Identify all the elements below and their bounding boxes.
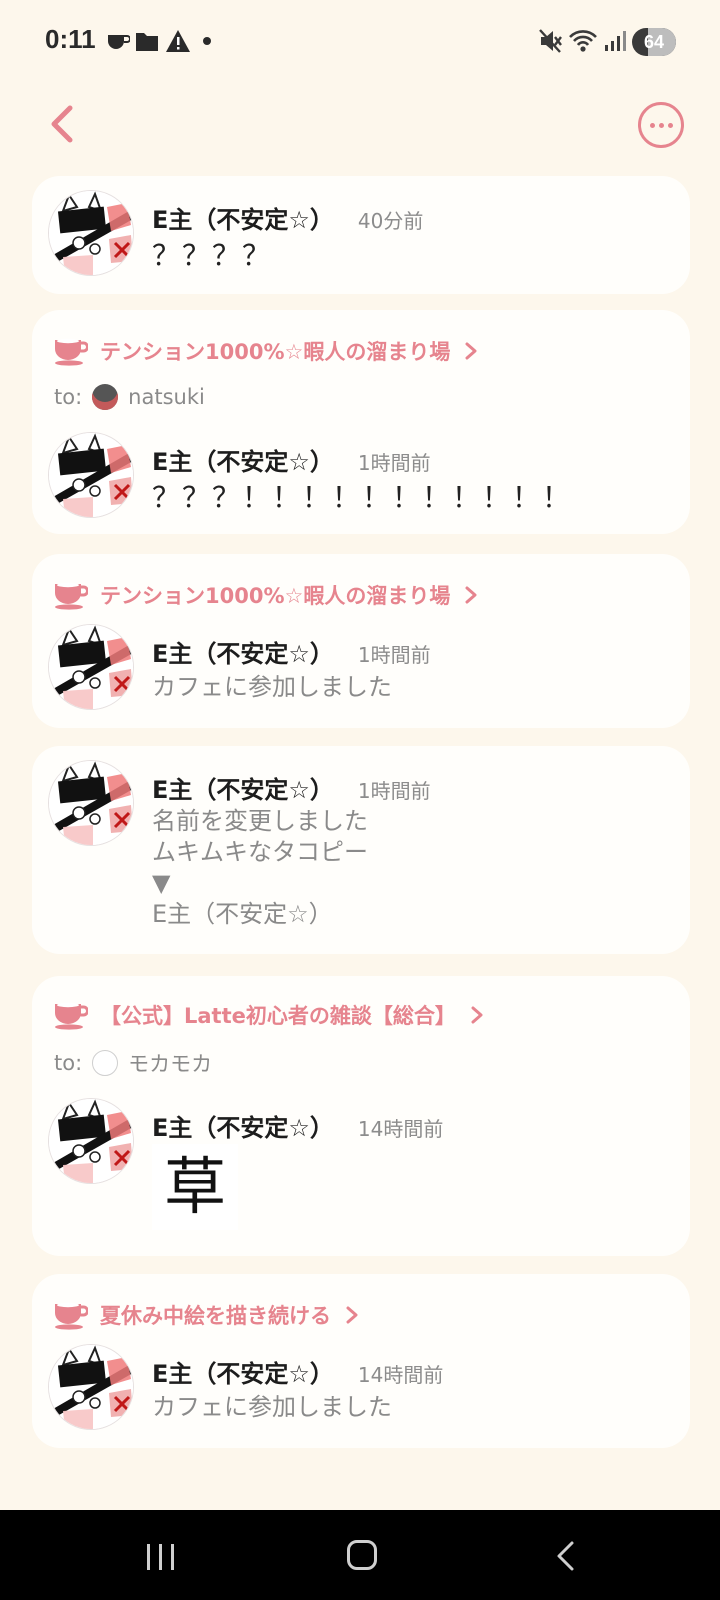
user-name[interactable]: E主（不安定☆） <box>152 1354 334 1389</box>
cup-icon <box>52 580 88 610</box>
message-text: ？？？？ <box>152 239 273 272</box>
room-name[interactable]: 【公式】Latte初心者の雑談【総合】 <box>100 1000 456 1030</box>
avatar[interactable] <box>48 1098 134 1184</box>
avatar[interactable] <box>48 624 134 710</box>
post-header: E主（不安定☆） 40分前 <box>152 200 423 235</box>
system-message: カフェに参加しました <box>152 673 392 701</box>
mute-icon <box>539 29 562 53</box>
cup-icon <box>108 35 130 49</box>
chevron-left-icon <box>51 105 73 143</box>
chevron-right-icon <box>345 1305 359 1325</box>
system-line: ムキムキなタコピー <box>152 838 368 866</box>
avatar[interactable] <box>48 760 134 846</box>
post-header: E主（不安定☆） 1時間前 <box>152 634 431 669</box>
user-name[interactable]: E主（不安定☆） <box>152 200 334 235</box>
reply-to: to: natsuki <box>54 382 205 412</box>
status-bar: 0:11 64 <box>0 0 720 84</box>
more-options-button[interactable] <box>638 102 684 148</box>
system-line: ▼ <box>152 869 171 897</box>
signal-icon <box>605 31 626 51</box>
system-message: カフェに参加しました <box>152 1393 392 1421</box>
feed-card[interactable]: 【公式】Latte初心者の雑談【総合】 to: モカモカ E主（不安定☆） 14… <box>32 976 690 1256</box>
user-name[interactable]: E主（不安定☆） <box>152 770 334 805</box>
post-time: 1時間前 <box>357 643 431 667</box>
user-name[interactable]: E主（不安定☆） <box>152 1108 334 1143</box>
chevron-right-icon <box>464 341 478 361</box>
feed-card[interactable]: E主（不安定☆） 1時間前 名前を変更しました ムキムキなタコピー ▼ E主（不… <box>32 746 690 954</box>
to-avatar[interactable] <box>92 1050 119 1076</box>
avatar[interactable] <box>48 1344 134 1430</box>
battery-label: 64 <box>643 32 665 52</box>
status-time: 0:11 <box>45 24 96 54</box>
back-button[interactable] <box>44 102 80 146</box>
room-link[interactable]: 【公式】Latte初心者の雑談【総合】 <box>52 998 484 1032</box>
warning-icon <box>166 30 190 52</box>
post-header: E主（不安定☆） 1時間前 <box>152 770 431 805</box>
feed-card[interactable]: テンション1000%☆暇人の溜まり場 E主（不安定☆） 1時間前 カフェに参加し… <box>32 554 690 728</box>
folder-icon <box>136 33 158 51</box>
reply-to: to: モカモカ <box>54 1048 212 1078</box>
post-time: 14時間前 <box>357 1363 444 1387</box>
cup-icon <box>52 336 88 366</box>
cup-icon <box>52 1300 88 1330</box>
post-header: E主（不安定☆） 14時間前 <box>152 1354 443 1389</box>
feed-card[interactable]: 夏休み中絵を描き続ける E主（不安定☆） 14時間前 カフェに参加しました <box>32 1274 690 1448</box>
feed-card[interactable]: テンション1000%☆暇人の溜まり場 to: natsuki E主（不安定☆） … <box>32 310 690 534</box>
post-time: 1時間前 <box>357 779 431 803</box>
system-line: 名前を変更しました <box>152 807 368 835</box>
wifi-icon <box>569 30 597 52</box>
post-time: 14時間前 <box>357 1117 444 1141</box>
to-avatar[interactable] <box>92 384 119 410</box>
cup-icon <box>52 1000 88 1030</box>
nav-back-button[interactable] <box>554 1540 578 1576</box>
recent-apps-icon <box>147 1544 174 1570</box>
chevron-right-icon <box>470 1005 484 1025</box>
system-message: 名前を変更しました ムキムキなタコピー ▼ E主（不安定☆） <box>152 806 368 930</box>
chevron-right-icon <box>464 585 478 605</box>
post-header: E主（不安定☆） 14時間前 <box>152 1108 443 1143</box>
dot-icon <box>203 37 211 45</box>
feed-card[interactable]: E主（不安定☆） 40分前 ？？？？ <box>32 176 690 294</box>
room-link[interactable]: 夏休み中絵を描き続ける <box>52 1298 359 1332</box>
room-link[interactable]: テンション1000%☆暇人の溜まり場 <box>52 578 478 612</box>
system-line: E主（不安定☆） <box>152 900 333 928</box>
to-user-name[interactable]: natsuki <box>128 385 205 409</box>
system-nav-bar <box>0 1510 720 1600</box>
to-label: to: <box>54 385 83 409</box>
avatar[interactable] <box>48 190 134 276</box>
post-header: E主（不安定☆） 1時間前 <box>152 442 431 477</box>
room-link[interactable]: テンション1000%☆暇人の溜まり場 <box>52 334 478 368</box>
user-name[interactable]: E主（不安定☆） <box>152 442 334 477</box>
back-icon <box>557 1541 574 1571</box>
room-name[interactable]: テンション1000%☆暇人の溜まり場 <box>100 336 450 366</box>
to-label: to: <box>54 1051 83 1075</box>
stamp-image[interactable]: 草 <box>152 1144 238 1230</box>
recent-apps-button[interactable] <box>147 1544 177 1570</box>
avatar[interactable] <box>48 432 134 518</box>
room-name[interactable]: テンション1000%☆暇人の溜まり場 <box>100 580 450 610</box>
post-time: 1時間前 <box>357 451 431 475</box>
home-button[interactable] <box>347 1540 377 1570</box>
message-text: ？？？！！！！！！！！！！！ <box>152 481 573 514</box>
user-name[interactable]: E主（不安定☆） <box>152 634 334 669</box>
to-user-name[interactable]: モカモカ <box>128 1048 212 1078</box>
room-name[interactable]: 夏休み中絵を描き続ける <box>100 1300 331 1330</box>
battery-indicator: 64 <box>632 28 676 56</box>
post-time: 40分前 <box>357 209 424 233</box>
